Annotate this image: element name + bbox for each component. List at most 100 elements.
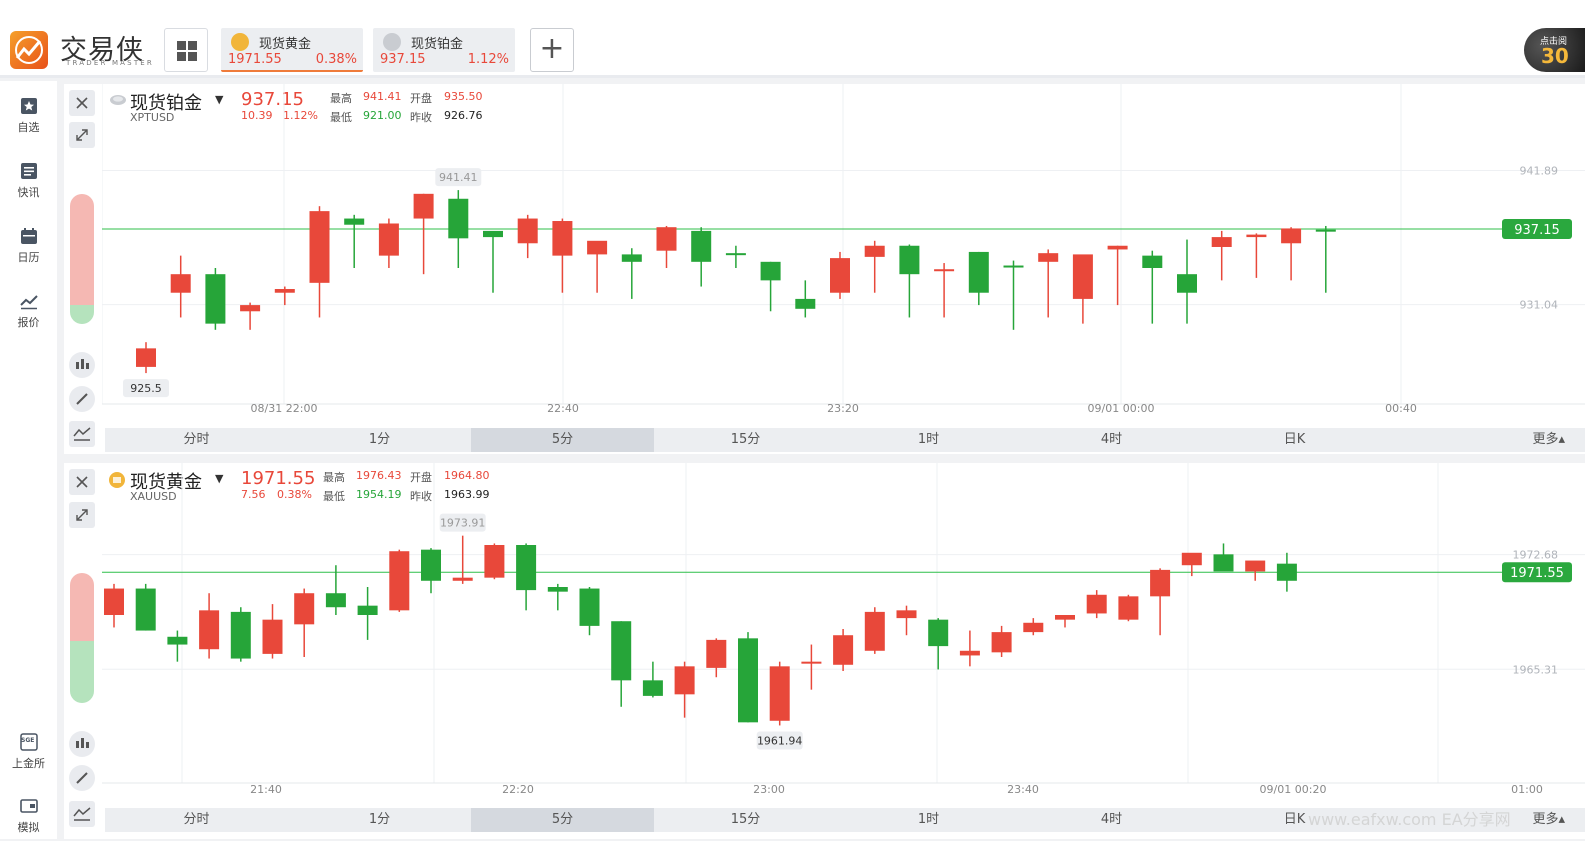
sidebar-label-sge: 上金所 [12,757,45,770]
candle-body [389,551,410,611]
candle-body [674,666,695,695]
tf-1min[interactable]: 1分 [288,428,471,452]
sidebar-item-watchlist[interactable]: 自选 [0,87,57,141]
tf-15min[interactable]: 15分 [654,808,837,832]
tf-1min[interactable]: 1分 [288,808,471,832]
candle-body [484,545,505,578]
tab-gold-name: 现货黄金 [259,37,312,52]
candle-body [968,251,989,293]
close-panel-button[interactable] [69,469,95,495]
candle-body [760,261,781,281]
promo-number: 30 [1541,44,1569,68]
tf-5min[interactable]: 5分 [471,808,654,832]
tf-tick[interactable]: 分时 [105,428,288,452]
candle-body [1211,237,1232,247]
candle-body [448,198,469,239]
chart-type-button[interactable] [69,352,95,378]
top-bar: 交易侠 TRADER MASTER 现货黄金 1971.55 0.38% 现货铂… [0,0,1585,78]
candle-body [483,230,503,238]
candle-body [309,211,330,283]
close-panel-button[interactable] [69,90,95,116]
sidebar: 自选 快讯 日历 报价 SGE 上金所 模拟 [0,81,57,839]
timeframe-bar: 分时 1分 5分 15分 1时 4时 日K 更多▴ [105,428,1585,452]
pencil-icon [76,772,88,784]
candlestick-chart-gold[interactable]: 1972.68 1965.31 21:40 22:20 23:00 23:40 09/01 … [102,463,1585,803]
sidebar-label-simulate: 模拟 [17,821,40,834]
tf-4hour[interactable]: 4时 [1020,428,1203,452]
tf-more[interactable]: 更多▴ [1386,428,1585,452]
min-price-label: 925.5 [130,382,162,395]
candlestick-icon [76,738,89,748]
tf-tick[interactable]: 分时 [105,808,288,832]
candle-body [1177,274,1197,293]
candle-body [706,639,727,668]
sidebar-item-sge[interactable]: SGE 上金所 [0,723,57,777]
close-icon [76,476,88,488]
candle-body [1107,245,1128,250]
y-tick-label: 1972.68 [1513,549,1559,562]
layout-grid-button[interactable] [164,28,208,72]
candle-body [738,638,758,723]
calendar-icon [20,228,37,244]
candle-body [621,254,642,262]
draw-tool-button[interactable] [69,386,95,412]
tf-1hour[interactable]: 1时 [837,808,1020,832]
candle-body [725,253,746,256]
chart-type-button[interactable] [69,731,95,757]
candle-body [833,635,854,665]
indicator-icon [73,807,91,821]
candle-body [1003,265,1024,268]
chart-toolbar [64,84,102,454]
min-price-label: 1961.94 [757,734,803,747]
watchlist-icon [20,98,37,114]
x-tick-label: 23:20 [827,402,859,415]
x-tick-label: 09/01 00:20 [1260,783,1327,796]
tf-5min[interactable]: 5分 [471,428,654,452]
sidebar-item-simulate[interactable]: 模拟 [0,787,57,841]
tab-gold[interactable]: 现货黄金 1971.55 0.38% [221,28,363,72]
candlestick-chart-platinum[interactable]: 941.89 931.04 08/31 22:00 22:40 23:20 09/01 0… [102,84,1585,424]
expand-panel-button[interactable] [69,502,95,528]
price-range-slider[interactable] [70,573,94,703]
app-logo-icon [10,31,48,69]
candle-body [413,193,434,219]
candle-body [230,611,251,659]
candle-body [991,632,1012,653]
pencil-icon [76,393,88,405]
candle-body [274,289,295,293]
candle-body [691,230,712,262]
x-tick-label: 00:40 [1385,402,1417,415]
candle-body [1072,254,1093,299]
app-subtitle: TRADER MASTER [66,59,154,67]
candle-body [167,636,188,645]
indicator-button[interactable] [69,421,95,447]
tf-1hour[interactable]: 1时 [837,428,1020,452]
watermark: www.eafxw.com EA分享网 [1308,810,1511,829]
candle-body [769,666,790,721]
candle-body [1038,253,1059,262]
sidebar-item-calendar[interactable]: 日历 [0,217,57,271]
candle-body [1181,552,1202,566]
draw-tool-button[interactable] [69,765,95,791]
sidebar-label-news: 快讯 [17,186,40,199]
promo-badge[interactable]: 点击阅 30 [1524,28,1585,72]
tf-15min[interactable]: 15分 [654,428,837,452]
sidebar-label-calendar: 日历 [17,251,40,264]
sidebar-label-quotes: 报价 [17,316,40,329]
tf-4hour[interactable]: 4时 [1020,808,1203,832]
candle-body [656,227,677,251]
candle-body [928,619,949,647]
tab-platinum[interactable]: 现货铂金 937.15 1.12% [373,28,515,72]
expand-panel-button[interactable] [69,122,95,148]
price-range-slider[interactable] [70,194,94,324]
indicator-button[interactable] [69,801,95,827]
candle-body [421,549,441,581]
sidebar-item-quotes[interactable]: 报价 [0,282,57,336]
tf-daily[interactable]: 日K [1203,428,1386,452]
tab-gold-price: 1971.55 [228,52,282,67]
x-tick-label: 22:40 [547,402,579,415]
sidebar-item-news[interactable]: 快讯 [0,152,57,206]
candle-body [357,605,378,615]
x-tick-label: 01:00 [1511,783,1543,796]
add-tab-button[interactable]: + [530,28,574,72]
